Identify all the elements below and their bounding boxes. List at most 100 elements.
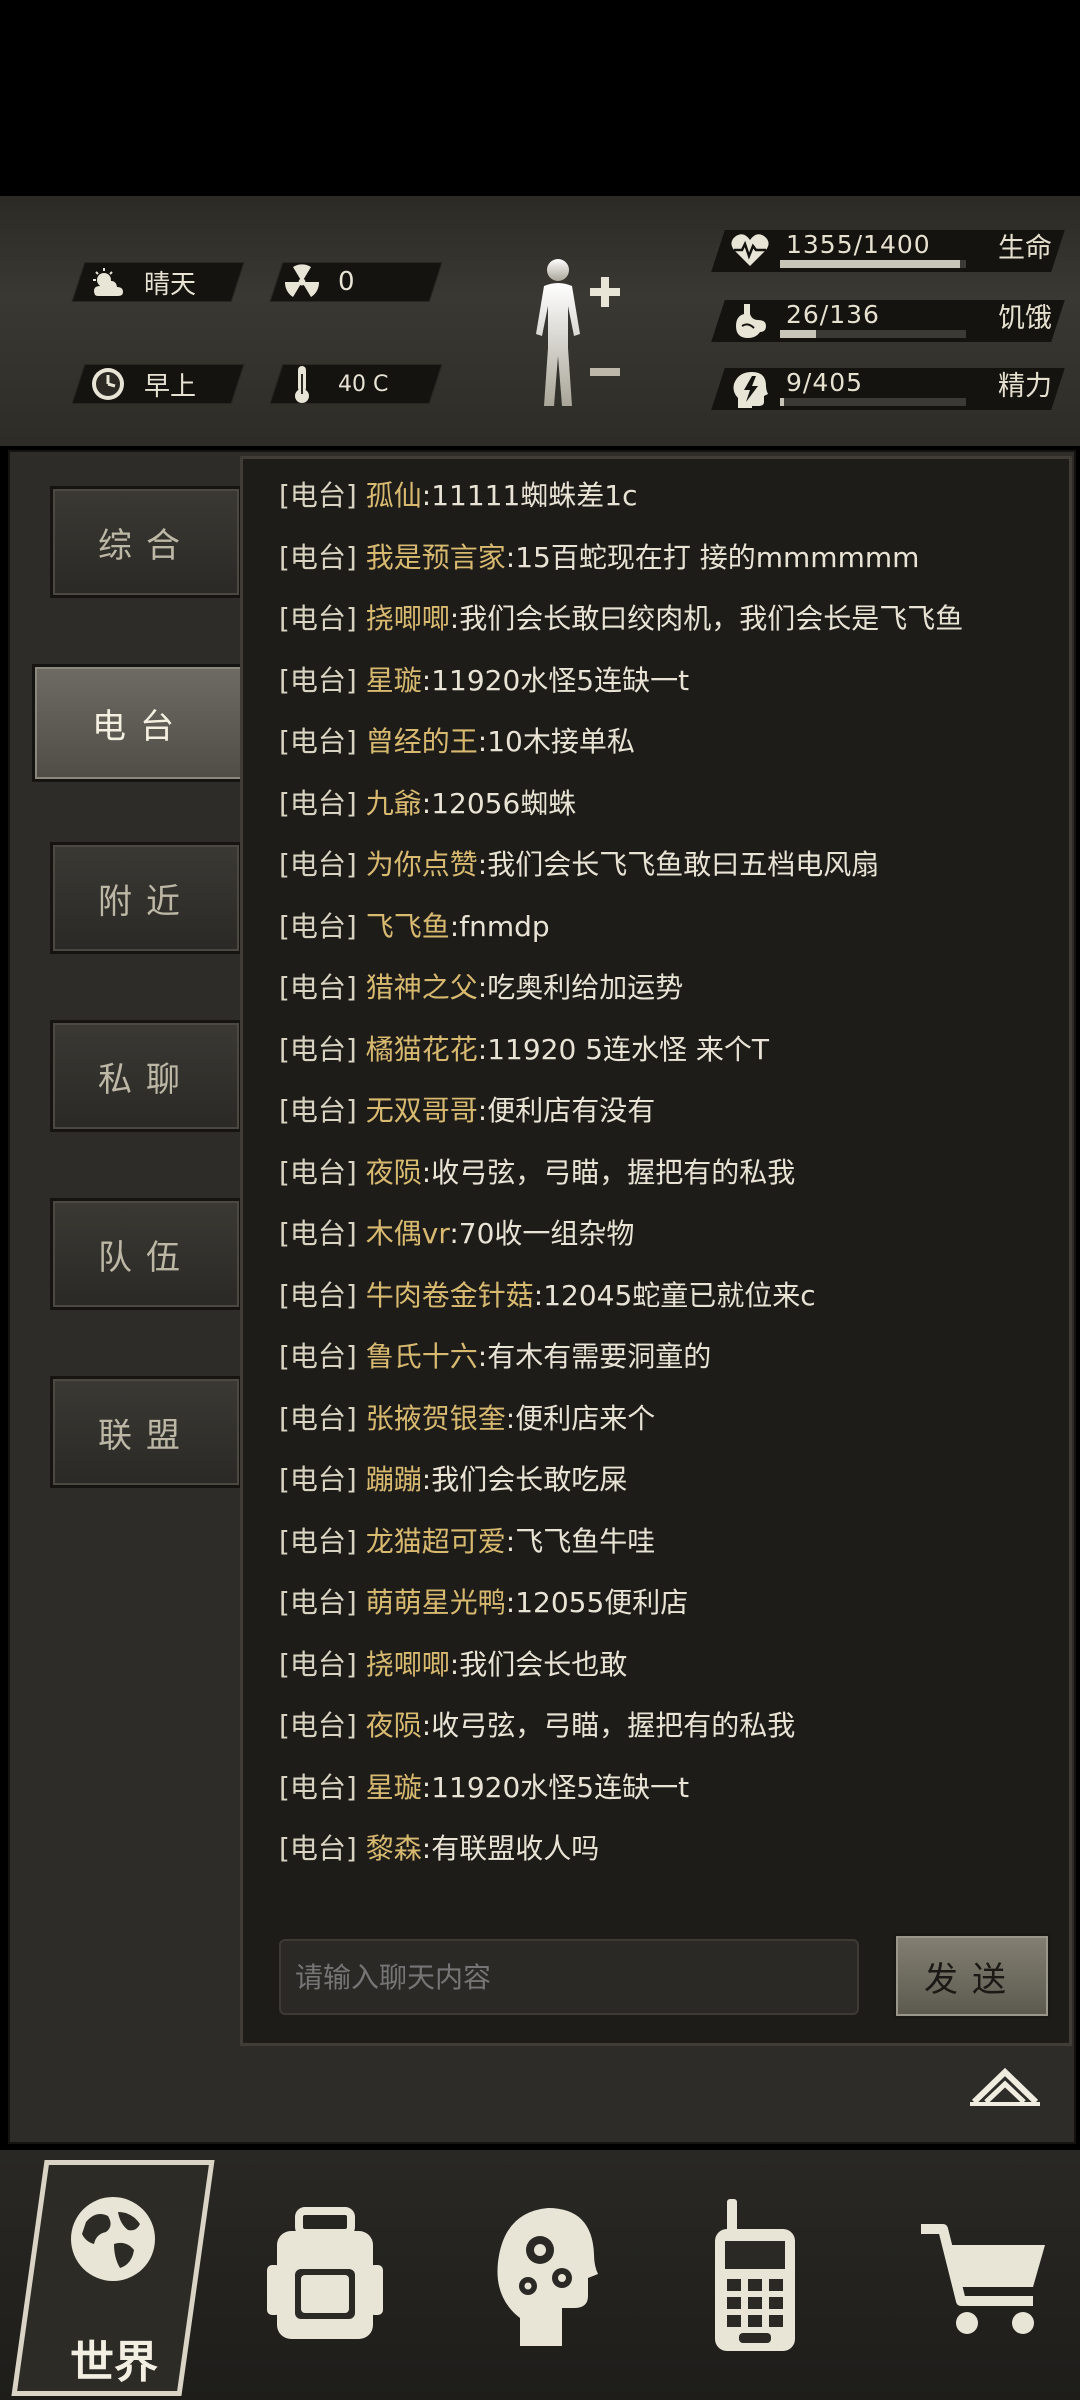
chat-message[interactable]: [电台] 星璇:11920水怪5连缺一t [279,1763,689,1813]
chat-box: [电台] 孤仙:11111蜘蛛差1c [电台] 我是预言家:15百蛇现在打 接的m… [240,456,1072,2046]
message-channel: [电台] [279,1709,357,1742]
message-sender[interactable]: 星璇 [366,664,422,697]
message-sender[interactable]: 为你点赞 [366,848,478,881]
message-sender[interactable]: 牛肉卷金针菇 [366,1279,534,1312]
message-sender[interactable]: 黎森 [366,1832,422,1865]
message-sender[interactable]: 挠唧唧 [366,602,450,635]
message-sender[interactable]: 鲁氏十六 [366,1340,478,1373]
message-sender[interactable]: 曾经的王 [366,725,478,758]
message-channel: [电台] [279,725,357,758]
message-text: :便利店有没有 [477,1094,656,1127]
chevron-up-icon [970,2067,1040,2106]
hunger-stat[interactable]: 26/136 饥饿 [711,296,1065,346]
temperature-indicator[interactable]: 40 C [280,364,388,404]
chat-message[interactable]: [电台] 牛肉卷金针菇:12045蛇童已就位来c [279,1271,816,1321]
message-sender[interactable]: 挠唧唧 [366,1648,450,1681]
weather-text: 晴天 [144,269,197,300]
message-text: :收弓弦，弓瞄，握把有的私我 [421,1155,796,1189]
collapse-button[interactable] [968,2060,1042,2120]
message-text: :我们会长也敢 [449,1647,628,1681]
chat-message[interactable]: [电台] 无双哥哥:便利店有没有 [279,1086,655,1136]
chat-message[interactable]: [电台] 星璇:11920水怪5连缺一t [279,656,689,706]
tab-private[interactable]: 私聊 [50,1020,242,1132]
clock-icon [86,364,130,404]
chat-message-list[interactable]: [电台] 孤仙:11111蜘蛛差1c [电台] 我是预言家:15百蛇现在打 接的m… [243,459,1069,1877]
message-text: :11920水怪5连缺一t [421,1770,690,1804]
chat-message[interactable]: [电台] 挠唧唧:我们会长敢曰绞肉机，我们会长是飞飞鱼 [279,594,963,644]
message-channel: [电台] [279,663,357,697]
tab-radio[interactable]: 电台 [32,664,248,782]
message-sender[interactable]: 龙猫超可爱 [366,1525,506,1558]
skills-button[interactable] [460,2150,630,2400]
message-sender[interactable]: 九爺 [366,787,422,820]
message-text: :我们会长敢曰绞肉机，我们会长是飞飞鱼 [449,602,964,635]
chat-message[interactable]: [电台] 木偶vr:70收一组杂物 [279,1209,634,1259]
body-figure-icon [536,259,620,406]
time-indicator[interactable]: 早上 [86,364,196,404]
message-sender[interactable]: 橘猫花花 [366,1033,478,1066]
message-sender[interactable]: 夜陨 [366,1709,422,1742]
chat-message[interactable]: [电台] 曾经的王:10木接单私 [279,717,635,767]
chat-message[interactable]: [电台] 鲁氏十六:有木有需要洞童的 [279,1332,711,1382]
chat-message[interactable]: [电台] 挠唧唧:我们会长也敢 [279,1640,627,1690]
energy-stat[interactable]: 9/405 精力 [711,364,1065,414]
chat-message[interactable]: [电台] 蹦蹦:我们会长敢吃屎 [279,1455,627,1505]
message-text: :70收一组杂物 [449,1217,635,1250]
chat-message[interactable]: [电台] 龙猫超可爱:飞飞鱼牛哇 [279,1517,655,1567]
thermometer-icon [280,364,324,404]
radiation-icon [280,262,324,302]
radiation-value: 0 [338,267,355,297]
heartbeat-icon [730,232,770,272]
hunger-bar [780,330,966,338]
message-channel: [电台] [279,1155,357,1189]
message-sender[interactable]: 孤仙 [366,479,422,512]
message-sender[interactable]: 蹦蹦 [366,1463,422,1496]
tab-general[interactable]: 综合 [50,486,242,598]
message-channel: [电台] [279,1032,357,1066]
tab-nearby[interactable]: 附近 [50,842,242,954]
message-text: :便利店来个 [505,1401,656,1435]
chat-message[interactable]: [电台] 夜陨:收弓弦，弓瞄，握把有的私我 [279,1701,795,1751]
message-text: :11920 5连水怪 来个T [477,1032,770,1066]
chat-message[interactable]: [电台] 为你点赞:我们会长飞飞鱼敢曰五档电风扇 [279,840,879,890]
chat-message[interactable]: [电台] 黎森:有联盟收人吗 [279,1824,599,1874]
message-sender[interactable]: 猎神之父 [366,971,478,1004]
chat-message[interactable]: [电台] 橘猫花花:11920 5连水怪 来个T [279,1025,769,1075]
chat-message[interactable]: [电台] 九爺:12056蜘蛛 [279,779,576,829]
message-text: :我们会长敢吃屎 [421,1463,628,1496]
chat-message[interactable]: [电台] 我是预言家:15百蛇现在打 接的mmmmmm [279,533,919,583]
radio-device-button[interactable] [670,2150,840,2400]
message-sender[interactable]: 飞飞鱼 [366,910,450,943]
message-text: :12055便利店 [505,1586,689,1619]
stomach-icon [730,302,770,342]
weather-indicator[interactable]: 晴天 [86,262,196,302]
message-channel: [电台] [279,971,357,1004]
message-channel: [电台] [279,1524,357,1558]
message-sender[interactable]: 夜陨 [366,1156,422,1189]
chat-input[interactable] [279,1939,859,2015]
message-sender[interactable]: 星璇 [366,1771,422,1804]
message-sender[interactable]: 萌萌星光鸭 [366,1586,506,1619]
chat-message[interactable]: [电台] 猎神之父:吃奥利给加运势 [279,963,683,1013]
send-button[interactable]: 发送 [893,1933,1051,2019]
tab-alliance[interactable]: 联盟 [50,1376,242,1488]
chat-message[interactable]: [电台] 张掖贺银奎:便利店来个 [279,1394,655,1444]
message-channel: [电台] [279,479,357,512]
chat-message[interactable]: [电台] 飞飞鱼:fnmdp [279,902,550,952]
backpack-button[interactable] [240,2150,410,2400]
brain-energy-icon [730,370,770,410]
tab-team[interactable]: 队伍 [50,1198,242,1310]
character-body[interactable] [520,256,630,420]
message-sender[interactable]: 无双哥哥 [366,1094,478,1127]
shop-button[interactable] [900,2150,1070,2400]
message-sender[interactable]: 木偶vr [366,1217,450,1250]
message-sender[interactable]: 张掖贺银奎 [366,1402,506,1435]
world-tab-label[interactable]: 世界 [44,2326,184,2390]
chat-message[interactable]: [电台] 夜陨:收弓弦，弓瞄，握把有的私我 [279,1148,795,1198]
message-sender[interactable]: 我是预言家 [366,541,506,574]
message-channel: [电台] [279,848,357,881]
radiation-indicator[interactable]: 0 [280,262,355,302]
chat-message[interactable]: [电台] 孤仙:11111蜘蛛差1c [279,471,638,521]
chat-message[interactable]: [电台] 萌萌星光鸭:12055便利店 [279,1578,688,1628]
health-stat[interactable]: 1355/1400 生命 [711,226,1065,276]
